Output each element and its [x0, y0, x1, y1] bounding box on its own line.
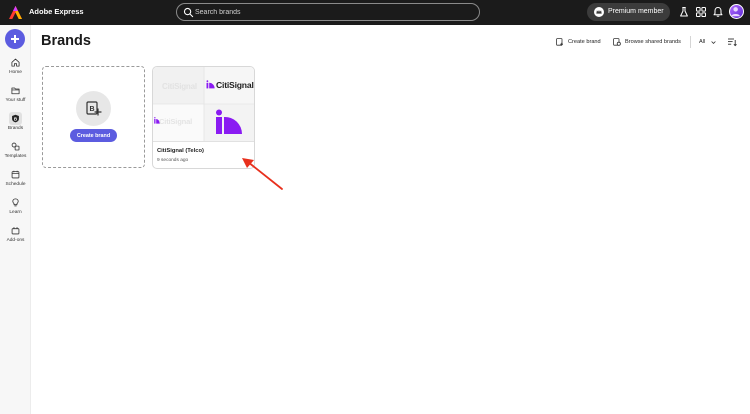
chevron-down-icon: [711, 41, 716, 44]
sidebar-item-label: Your stuff: [5, 98, 26, 103]
browse-shared-brands-label: Browse shared brands: [625, 39, 681, 45]
avatar-person-icon: [731, 7, 740, 17]
app-title: Adobe Express: [29, 7, 84, 16]
citisignal-mark-icon: [206, 80, 215, 89]
lightbulb-icon-wrap: [9, 196, 22, 209]
brand-updated-time: 9 seconds ago: [157, 158, 189, 163]
user-avatar[interactable]: [729, 4, 744, 19]
shared-brands-icon: [613, 38, 621, 46]
apps-grid-icon[interactable]: [695, 6, 707, 18]
folder-icon: [11, 87, 20, 95]
brand-thumbnail-mark: [204, 104, 254, 141]
home-icon: [11, 58, 20, 67]
brand-name: CitiSignal (Telco): [157, 148, 204, 154]
create-brand-button[interactable]: Create brand: [70, 129, 117, 142]
sidebar-item-add-ons[interactable]: Add-ons: [0, 224, 31, 248]
create-brand-label: Create brand: [568, 39, 601, 45]
lightbulb-icon: [12, 198, 19, 207]
browse-shared-brands-button[interactable]: Browse shared brands: [613, 37, 685, 47]
left-sidebar: Home Your stuff B Brands Templates Sched…: [0, 25, 31, 414]
calendar-icon: [11, 170, 20, 179]
addons-icon-wrap: [9, 224, 22, 237]
search-bar[interactable]: [176, 3, 480, 21]
faded-logo-text-secondary: CitiSignal: [159, 117, 193, 126]
create-brand-illustration: B: [76, 91, 111, 126]
filter-value: All: [699, 39, 706, 45]
notifications-bell-icon[interactable]: [712, 6, 724, 18]
filter-dropdown[interactable]: All: [698, 37, 718, 47]
create-new-button[interactable]: [5, 29, 25, 49]
search-input[interactable]: [195, 6, 465, 18]
svg-text:B: B: [89, 106, 94, 113]
sidebar-item-schedule[interactable]: Schedule: [0, 168, 31, 192]
calendar-icon-wrap: [9, 168, 22, 181]
home-icon-wrap: [9, 56, 22, 69]
top-bar: Adobe Express Premium member: [0, 0, 750, 25]
citisignal-logo-text: CitiSignal: [216, 80, 254, 90]
folder-icon-wrap: [9, 84, 22, 97]
templates-icon: [11, 142, 20, 151]
sidebar-item-label: Brands: [7, 126, 24, 131]
sidebar-item-label: Add-ons: [6, 238, 25, 243]
sidebar-item-label: Home: [9, 70, 22, 75]
brand-thumbnail-light-logo: CitiSignal: [153, 67, 204, 104]
brand-add-icon: B: [86, 101, 102, 116]
adobe-express-logo-icon[interactable]: [8, 5, 23, 20]
brand-add-icon: [556, 38, 563, 46]
brand-thumbnail-secondary-logo: CitiSignal: [153, 104, 204, 141]
search-icon: [183, 7, 194, 18]
sidebar-item-home[interactable]: Home: [0, 56, 31, 80]
sidebar-item-label: Schedule: [5, 182, 26, 187]
sidebar-item-label: Templates: [4, 154, 27, 159]
create-brand-header-button[interactable]: Create brand: [556, 37, 604, 47]
annotation-arrow-icon: [242, 158, 283, 190]
sort-icon[interactable]: [727, 37, 737, 47]
sidebar-item-templates[interactable]: Templates: [0, 140, 31, 164]
page-title: Brands: [41, 33, 91, 49]
premium-member-button[interactable]: Premium member: [587, 3, 670, 21]
sidebar-item-your-stuff[interactable]: Your stuff: [0, 84, 31, 108]
addons-icon: [11, 227, 20, 235]
create-brand-card[interactable]: B Create brand: [42, 66, 145, 168]
sidebar-item-learn[interactable]: Learn: [0, 196, 31, 220]
brand-thumbnail-primary-logo: CitiSignal: [204, 67, 254, 104]
citisignal-large-mark-icon: [216, 109, 243, 134]
sidebar-item-label: Learn: [9, 210, 22, 215]
header-divider: [690, 36, 691, 48]
premium-crown-icon: [594, 7, 604, 17]
learn-flask-icon[interactable]: [678, 6, 690, 18]
brands-icon: B: [12, 114, 19, 123]
premium-label: Premium member: [608, 8, 664, 15]
brands-icon-wrap: B: [9, 112, 22, 125]
sidebar-item-brands[interactable]: B Brands: [0, 112, 31, 136]
templates-icon-wrap: [9, 140, 22, 153]
faded-logo-text: CitiSignal: [162, 82, 197, 91]
